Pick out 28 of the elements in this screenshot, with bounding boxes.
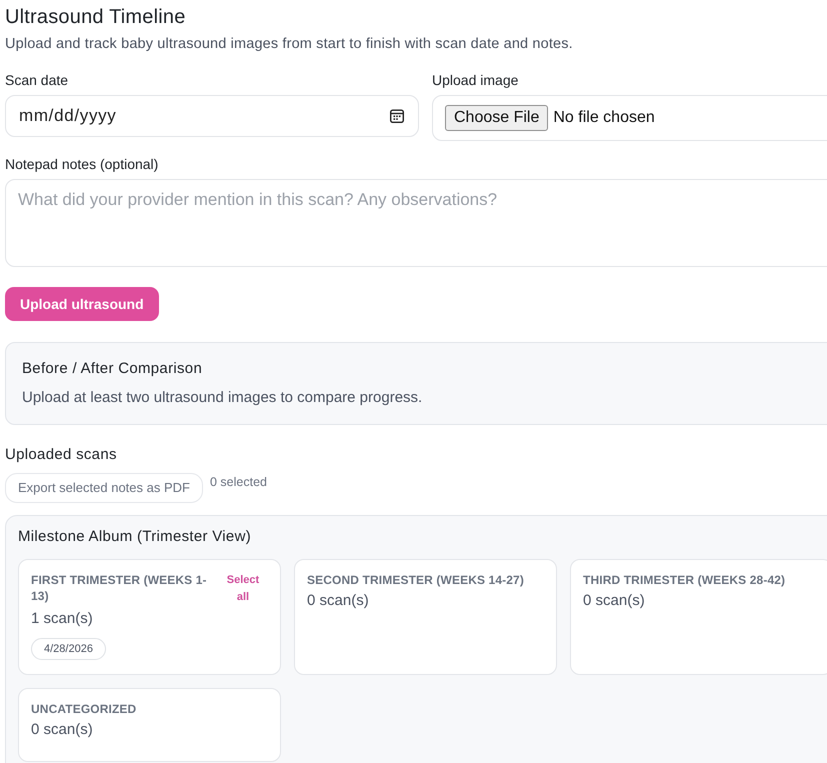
trimester-heading: FIRST TRIMESTER (WEEKS 1-13) <box>31 572 208 604</box>
file-field[interactable]: Choose File No file chosen <box>432 95 827 141</box>
field-label: Scan date <box>5 71 70 90</box>
scan-date-chip[interactable]: 4/28/2026 <box>31 638 106 660</box>
notes-field[interactable]: What did your provider mention in this scan? Any observations? <box>5 179 827 267</box>
trimester-heading: UNCATEGORIZED <box>31 701 138 717</box>
scan-count: 0 scan(s) <box>583 591 645 611</box>
calendar-icon[interactable] <box>390 109 404 123</box>
field-label: Notepad notes (optional) <box>5 155 160 174</box>
section-title: Uploaded scans <box>5 445 118 465</box>
choose-file-button[interactable]: Choose File <box>445 105 548 131</box>
selected-count: 0 selected <box>210 475 267 489</box>
field-label: Upload image <box>432 71 520 90</box>
export-pdf-button[interactable]: Export selected notes as PDF <box>5 473 203 503</box>
scan-count: 0 scan(s) <box>307 591 369 611</box>
comparison-message: Upload at least two ultrasound images to compare progress. <box>22 388 422 408</box>
trimester-heading: THIRD TRIMESTER (WEEKS 28-42) <box>583 572 786 588</box>
scan-count: 0 scan(s) <box>31 720 93 740</box>
page-title: Ultrasound Timeline <box>5 5 187 30</box>
upload-button[interactable]: Upload ultrasound <box>5 287 159 321</box>
comparison-title: Before / After Comparison <box>22 359 202 379</box>
file-status: No file chosen <box>553 108 655 128</box>
trimester-heading: SECOND TRIMESTER (WEEKS 14-27) <box>307 572 525 588</box>
page-subtitle: Upload and track baby ultrasound images from start to finish with scan date and notes. <box>5 35 574 54</box>
scan-count: 1 scan(s) <box>31 609 93 629</box>
date-field[interactable]: mm/dd/yyyy <box>5 95 419 137</box>
select-all-link[interactable]: Select all <box>222 572 264 606</box>
album-title: Milestone Album (Trimester View) <box>18 527 252 547</box>
